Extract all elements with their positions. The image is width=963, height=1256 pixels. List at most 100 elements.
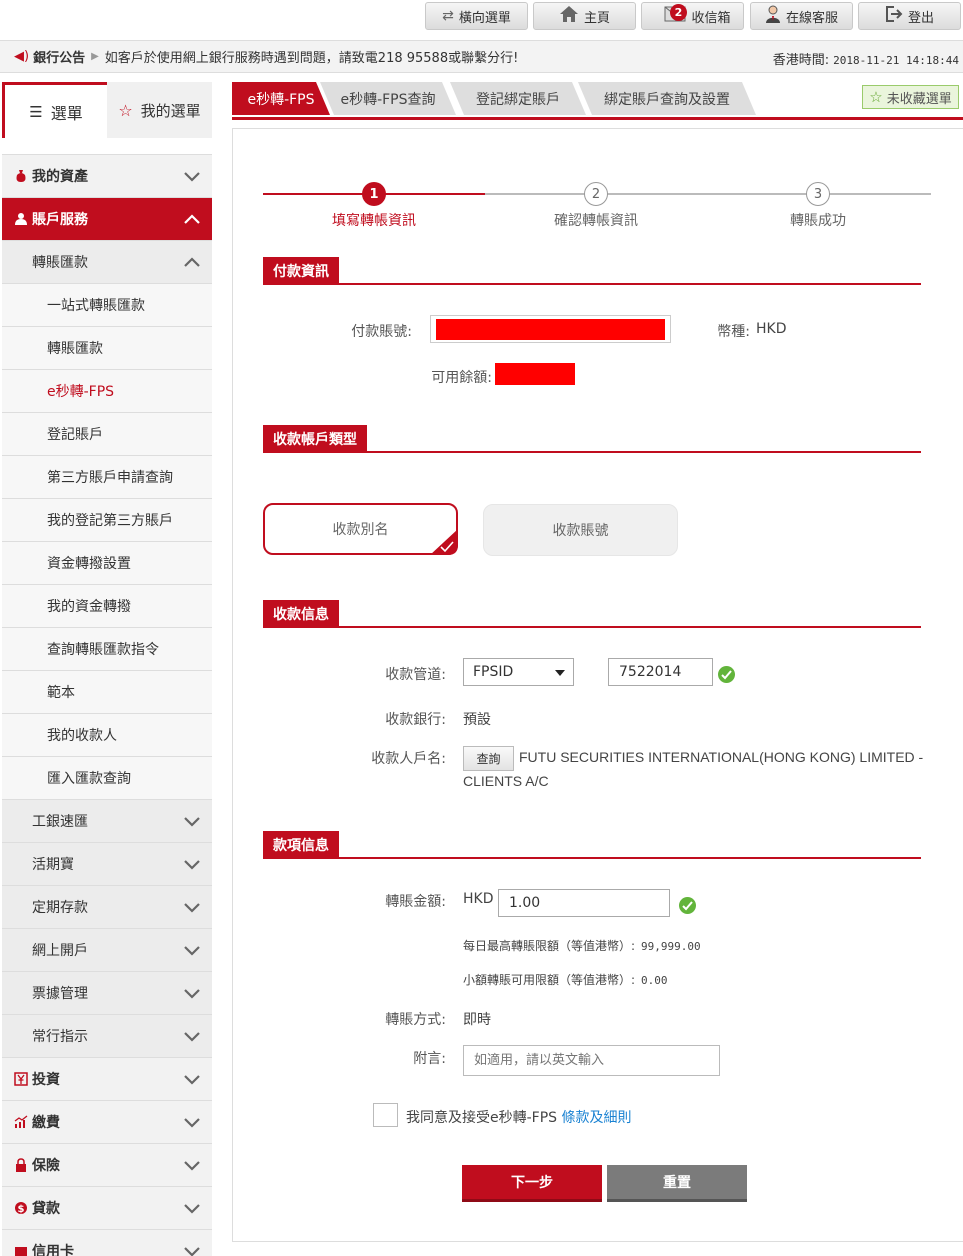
payee-alias-option[interactable]: 收款別名	[263, 503, 458, 555]
sidebar-item[interactable]: 賬戶服務	[2, 198, 212, 241]
sidebar-item[interactable]: 工銀速匯	[2, 800, 212, 843]
channel-dropdown[interactable]: FPSID	[463, 658, 574, 686]
chevron-down-icon	[182, 1242, 202, 1256]
sidebar-item[interactable]: 轉賬匯款	[2, 327, 212, 370]
amount-label: 轉賬金額:	[385, 894, 446, 910]
step-3-label: 轉賬成功	[790, 213, 846, 229]
tab-fps-query[interactable]: e秒轉-FPS查詢	[320, 82, 456, 115]
notice-message[interactable]: 如客戶於使用網上銀行服務時遇到問題，請致電218 95588或聯繫分行!	[105, 47, 519, 66]
sidebar-item-label: 我的收款人	[47, 728, 117, 744]
sidebar-item[interactable]: 我的資產	[2, 155, 212, 198]
tab-register-linked-account[interactable]: 登記綁定賬戶	[450, 82, 586, 115]
sidebar-item[interactable]: $ 貸款	[2, 1187, 212, 1230]
card-icon	[14, 1244, 28, 1256]
sidebar-item[interactable]: 定期存款	[2, 886, 212, 929]
sidebar-item-label: 我的資產	[32, 169, 88, 185]
small-limit-value: 0.00	[641, 974, 668, 987]
sidebar-item[interactable]: 繳費	[2, 1101, 212, 1144]
terms-link[interactable]: 條款及細則	[562, 1110, 632, 1126]
sidebar-item[interactable]: 第三方賬戶申請查詢	[2, 456, 212, 499]
home-button[interactable]: 主頁	[533, 2, 636, 30]
arrow-right-icon: ▶	[91, 51, 99, 62]
tab-my-menu-label: 我的選單	[140, 101, 201, 120]
sidebar-item[interactable]: 資金轉撥設置	[2, 542, 212, 585]
sidebar-item[interactable]: 我的登記第三方賬戶	[2, 499, 212, 542]
fpsid-input[interactable]: 7522014	[608, 658, 713, 686]
chevron-down-icon	[182, 984, 202, 1002]
sidebar-item[interactable]: 我的收款人	[2, 714, 212, 757]
tab-linked-account-settings[interactable]: 綁定賬戶查詢及設置	[578, 82, 756, 115]
online-support-button[interactable]: 在線客服	[750, 2, 853, 30]
bank-value: 預設	[463, 712, 491, 728]
notice-title: 銀行公告	[33, 51, 86, 66]
sidebar-item[interactable]: 活期寶	[2, 843, 212, 886]
sidebar-item[interactable]: 一站式轉賬匯款	[2, 284, 212, 327]
add-favorite-button[interactable]: ☆ 未收藏選單	[862, 85, 959, 109]
sidebar-item[interactable]: 投資	[2, 1058, 212, 1101]
sidebar-item[interactable]: 登記賬戶	[2, 413, 212, 456]
next-step-button[interactable]: 下一步	[462, 1165, 602, 1202]
payment-account-select[interactable]	[430, 315, 671, 343]
reset-button[interactable]: 重置	[607, 1165, 747, 1202]
sidebar-item-label: 保險	[32, 1158, 60, 1174]
add-favorite-label: 未收藏選單	[886, 91, 952, 107]
chevron-down-icon	[182, 1156, 202, 1174]
tab-underline	[232, 117, 963, 120]
sidebar-item[interactable]: 查詢轉賬匯款指令	[2, 628, 212, 671]
step-1-label: 填寫轉帳資訊	[332, 213, 416, 229]
channel-value: FPSID	[473, 664, 514, 680]
amount-input[interactable]: 1.00	[498, 889, 670, 917]
payee-account-option[interactable]: 收款賬號	[483, 504, 678, 556]
inbox-button[interactable]: 2 收信箱	[641, 2, 744, 30]
logout-label: 登出	[907, 10, 934, 26]
lock-icon	[14, 1158, 28, 1172]
amount-value: 1.00	[509, 895, 541, 911]
sidebar-item[interactable]: e秒轉-FPS	[2, 370, 212, 413]
sidebar-item[interactable]: 保險	[2, 1144, 212, 1187]
tab-my-menu[interactable]: ☆ 我的選單	[107, 82, 212, 138]
sidebar-item[interactable]: 網上開戶	[2, 929, 212, 972]
logout-button[interactable]: 登出	[858, 2, 961, 30]
query-button[interactable]: 查詢	[463, 746, 514, 771]
tab-fps-label: e秒轉-FPS	[247, 91, 315, 108]
sidebar-item-label: 第三方賬戶申請查詢	[47, 470, 173, 486]
sidebar-item[interactable]: 信用卡	[2, 1230, 212, 1256]
section-payee-type: 收款帳戶類型	[263, 425, 921, 453]
sidebar-item-label: 投資	[32, 1072, 60, 1088]
sidebar-item-label: 我的登記第三方賬戶	[47, 513, 173, 529]
agree-text: 我同意及接受e秒轉-FPS 條款及細則	[406, 1107, 632, 1127]
online-support-label: 在線客服	[785, 10, 838, 26]
horizontal-menu-label: 橫向選單	[458, 10, 511, 26]
bank-notice-bar: ◀) 銀行公告 ▶ 如客戶於使用網上銀行服務時遇到問題，請致電218 95588…	[0, 40, 963, 73]
tab-menu[interactable]: ☰ 選單	[2, 82, 107, 138]
tab-fps[interactable]: e秒轉-FPS	[232, 82, 330, 115]
inbox-badge: 2	[670, 4, 687, 21]
sidebar-item-label: 信用卡	[32, 1244, 74, 1256]
sidebar-item-label: 工銀速匯	[32, 814, 88, 830]
chevron-down-icon	[555, 670, 565, 676]
sidebar-item[interactable]: 我的資金轉撥	[2, 585, 212, 628]
agree-checkbox[interactable]	[373, 1103, 398, 1127]
sidebar-item[interactable]: 票據管理	[2, 972, 212, 1015]
section-payee-info: 收款信息	[263, 600, 921, 628]
sidebar-item[interactable]: 匯入匯款查詢	[2, 757, 212, 800]
chevron-down-icon	[182, 1199, 202, 1217]
top-toolbar: ⇄ 橫向選單 主頁 2 收信箱 在線客服 登出	[0, 0, 963, 34]
sidebar-item[interactable]: 常行指示	[2, 1015, 212, 1058]
sidebar-menu: 我的資產 賬戶服務 轉賬匯款 一站式轉賬匯款 轉賬匯款 e秒轉-FPS 登記賬戶 第三方賬戶申…	[2, 154, 212, 1256]
sidebar-item[interactable]: 轉賬匯款	[2, 241, 212, 284]
sidebar-item[interactable]: 範本	[2, 671, 212, 714]
chevron-down-icon	[182, 855, 202, 873]
sidebar-item-label: 轉賬匯款	[47, 341, 103, 357]
remark-input[interactable]	[463, 1045, 720, 1076]
payee-account-label: 收款賬號	[552, 523, 609, 539]
speaker-icon: ◀)	[14, 49, 30, 64]
chevron-down-icon	[182, 898, 202, 916]
fpsid-value: 7522014	[619, 664, 682, 680]
horizontal-menu-button[interactable]: ⇄ 橫向選單	[425, 2, 528, 30]
chevron-down-icon	[182, 812, 202, 830]
sidebar-item-label: 常行指示	[32, 1029, 88, 1045]
home-label: 主頁	[583, 10, 610, 26]
sidebar-item-label: 繳費	[32, 1115, 60, 1131]
home-icon	[559, 5, 579, 27]
